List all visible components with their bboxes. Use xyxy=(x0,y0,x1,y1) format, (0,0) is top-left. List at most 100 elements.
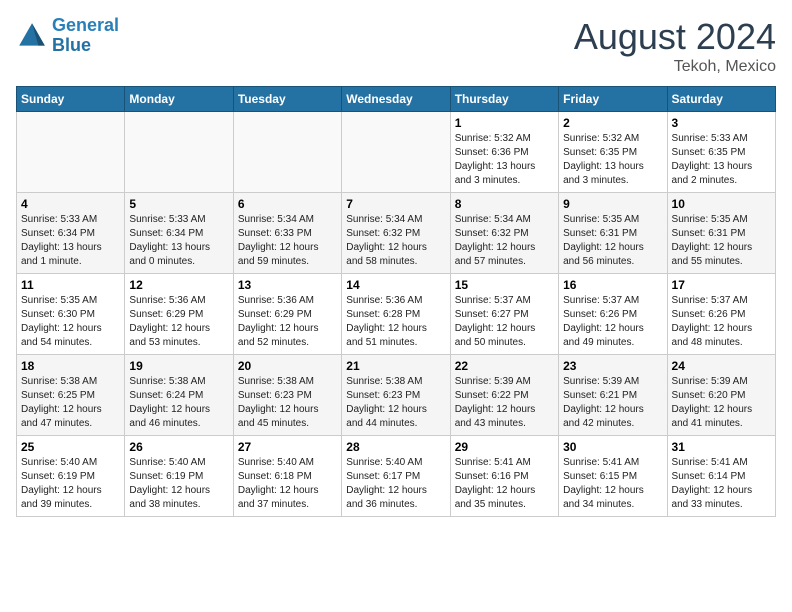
day-number: 18 xyxy=(21,359,120,373)
calendar-cell: 30Sunrise: 5:41 AM Sunset: 6:15 PM Dayli… xyxy=(559,436,667,517)
day-info: Sunrise: 5:40 AM Sunset: 6:17 PM Dayligh… xyxy=(346,456,445,512)
calendar-cell: 17 Sunrise: 5:37 AM Sunset: 6:26 PM Dayli… xyxy=(667,274,775,355)
calendar-cell: 13 Sunrise: 5:36 AM Sunset: 6:29 PM Dayli… xyxy=(233,274,341,355)
day-number: 12 xyxy=(129,278,228,292)
calendar-cell: 15 Sunrise: 5:37 AM Sunset: 6:27 PM Dayli… xyxy=(450,274,558,355)
day-info: Sunrise: 5:35 AM Sunset: 6:31 PM Dayligh… xyxy=(672,213,771,269)
weekday-header-wednesday: Wednesday xyxy=(342,87,450,112)
day-info: Sunrise: 5:39 AM Sunset: 6:20 PM Dayligh… xyxy=(672,375,771,431)
calendar-cell: 27 Sunrise: 5:40 AM Sunset: 6:18 PM Dayli… xyxy=(233,436,341,517)
day-info: Sunrise: 5:41 AM Sunset: 6:14 PM Dayligh… xyxy=(672,456,771,512)
calendar-cell: 11 Sunrise: 5:35 AM Sunset: 6:30 PM Dayli… xyxy=(17,274,125,355)
calendar-cell xyxy=(233,112,341,193)
calendar-cell: 2 Sunrise: 5:32 AM Sunset: 6:35 PM Daylig… xyxy=(559,112,667,193)
day-number: 8 xyxy=(455,197,554,211)
calendar-cell: 3Sunrise: 5:33 AM Sunset: 6:35 PM Daylig… xyxy=(667,112,775,193)
calendar-cell: 10 Sunrise: 5:35 AM Sunset: 6:31 PM Dayli… xyxy=(667,193,775,274)
calendar-cell: 14Sunrise: 5:36 AM Sunset: 6:28 PM Dayli… xyxy=(342,274,450,355)
day-info: Sunrise: 5:32 AM Sunset: 6:35 PM Dayligh… xyxy=(563,132,662,188)
calendar-cell: 24Sunrise: 5:39 AM Sunset: 6:20 PM Dayli… xyxy=(667,355,775,436)
day-number: 4 xyxy=(21,197,120,211)
day-info: Sunrise: 5:33 AM Sunset: 6:35 PM Dayligh… xyxy=(672,132,771,188)
calendar-cell xyxy=(125,112,233,193)
day-number: 25 xyxy=(21,440,120,454)
day-number: 14 xyxy=(346,278,445,292)
calendar-cell: 4 Sunrise: 5:33 AM Sunset: 6:34 PM Daylig… xyxy=(17,193,125,274)
logo-blue: Blue xyxy=(52,35,91,55)
day-info: Sunrise: 5:34 AM Sunset: 6:33 PM Dayligh… xyxy=(238,213,337,269)
weekday-header-monday: Monday xyxy=(125,87,233,112)
calendar-cell: 22 Sunrise: 5:39 AM Sunset: 6:22 PM Dayli… xyxy=(450,355,558,436)
logo-text: General Blue xyxy=(52,16,119,56)
day-number: 30 xyxy=(563,440,662,454)
day-info: Sunrise: 5:36 AM Sunset: 6:29 PM Dayligh… xyxy=(238,294,337,350)
week-row-4: 18Sunrise: 5:38 AM Sunset: 6:25 PM Dayli… xyxy=(17,355,776,436)
week-row-1: 1 Sunrise: 5:32 AM Sunset: 6:36 PM Daylig… xyxy=(17,112,776,193)
day-number: 27 xyxy=(238,440,337,454)
day-info: Sunrise: 5:39 AM Sunset: 6:22 PM Dayligh… xyxy=(455,375,554,431)
day-info: Sunrise: 5:40 AM Sunset: 6:19 PM Dayligh… xyxy=(21,456,120,512)
day-number: 7 xyxy=(346,197,445,211)
day-info: Sunrise: 5:38 AM Sunset: 6:24 PM Dayligh… xyxy=(129,375,228,431)
page-header: General Blue August 2024 Tekoh, Mexico xyxy=(16,16,776,76)
day-number: 29 xyxy=(455,440,554,454)
day-info: Sunrise: 5:35 AM Sunset: 6:30 PM Dayligh… xyxy=(21,294,120,350)
day-info: Sunrise: 5:40 AM Sunset: 6:18 PM Dayligh… xyxy=(238,456,337,512)
day-number: 15 xyxy=(455,278,554,292)
location: Tekoh, Mexico xyxy=(574,58,776,76)
day-info: Sunrise: 5:37 AM Sunset: 6:26 PM Dayligh… xyxy=(563,294,662,350)
day-number: 31 xyxy=(672,440,771,454)
calendar-cell: 25 Sunrise: 5:40 AM Sunset: 6:19 PM Dayli… xyxy=(17,436,125,517)
day-number: 13 xyxy=(238,278,337,292)
day-info: Sunrise: 5:32 AM Sunset: 6:36 PM Dayligh… xyxy=(455,132,554,188)
day-info: Sunrise: 5:37 AM Sunset: 6:26 PM Dayligh… xyxy=(672,294,771,350)
day-number: 11 xyxy=(21,278,120,292)
day-info: Sunrise: 5:35 AM Sunset: 6:31 PM Dayligh… xyxy=(563,213,662,269)
calendar-cell: 29 Sunrise: 5:41 AM Sunset: 6:16 PM Dayli… xyxy=(450,436,558,517)
calendar-cell: 6 Sunrise: 5:34 AM Sunset: 6:33 PM Daylig… xyxy=(233,193,341,274)
calendar-cell: 7 Sunrise: 5:34 AM Sunset: 6:32 PM Daylig… xyxy=(342,193,450,274)
calendar: SundayMondayTuesdayWednesdayThursdayFrid… xyxy=(16,86,776,517)
calendar-cell xyxy=(342,112,450,193)
day-number: 17 xyxy=(672,278,771,292)
day-number: 6 xyxy=(238,197,337,211)
day-info: Sunrise: 5:41 AM Sunset: 6:16 PM Dayligh… xyxy=(455,456,554,512)
day-info: Sunrise: 5:34 AM Sunset: 6:32 PM Dayligh… xyxy=(346,213,445,269)
day-number: 16 xyxy=(563,278,662,292)
day-info: Sunrise: 5:36 AM Sunset: 6:29 PM Dayligh… xyxy=(129,294,228,350)
day-info: Sunrise: 5:38 AM Sunset: 6:23 PM Dayligh… xyxy=(238,375,337,431)
day-info: Sunrise: 5:34 AM Sunset: 6:32 PM Dayligh… xyxy=(455,213,554,269)
week-row-5: 25 Sunrise: 5:40 AM Sunset: 6:19 PM Dayli… xyxy=(17,436,776,517)
day-number: 28 xyxy=(346,440,445,454)
calendar-cell: 16 Sunrise: 5:37 AM Sunset: 6:26 PM Dayli… xyxy=(559,274,667,355)
month-title: August 2024 xyxy=(574,16,776,58)
day-info: Sunrise: 5:39 AM Sunset: 6:21 PM Dayligh… xyxy=(563,375,662,431)
calendar-cell: 12 Sunrise: 5:36 AM Sunset: 6:29 PM Dayli… xyxy=(125,274,233,355)
logo-general: General xyxy=(52,15,119,35)
calendar-cell: 28 Sunrise: 5:40 AM Sunset: 6:17 PM Dayli… xyxy=(342,436,450,517)
calendar-cell xyxy=(17,112,125,193)
title-block: August 2024 Tekoh, Mexico xyxy=(574,16,776,76)
day-number: 2 xyxy=(563,116,662,130)
day-info: Sunrise: 5:33 AM Sunset: 6:34 PM Dayligh… xyxy=(21,213,120,269)
day-number: 23 xyxy=(563,359,662,373)
calendar-cell: 5Sunrise: 5:33 AM Sunset: 6:34 PM Daylig… xyxy=(125,193,233,274)
day-number: 21 xyxy=(346,359,445,373)
day-number: 20 xyxy=(238,359,337,373)
weekday-header-saturday: Saturday xyxy=(667,87,775,112)
calendar-cell: 8 Sunrise: 5:34 AM Sunset: 6:32 PM Daylig… xyxy=(450,193,558,274)
day-number: 1 xyxy=(455,116,554,130)
calendar-cell: 31 Sunrise: 5:41 AM Sunset: 6:14 PM Dayli… xyxy=(667,436,775,517)
day-info: Sunrise: 5:38 AM Sunset: 6:23 PM Dayligh… xyxy=(346,375,445,431)
day-info: Sunrise: 5:33 AM Sunset: 6:34 PM Dayligh… xyxy=(129,213,228,269)
day-number: 10 xyxy=(672,197,771,211)
weekday-header-tuesday: Tuesday xyxy=(233,87,341,112)
calendar-cell: 21 Sunrise: 5:38 AM Sunset: 6:23 PM Dayli… xyxy=(342,355,450,436)
day-number: 22 xyxy=(455,359,554,373)
calendar-cell: 1 Sunrise: 5:32 AM Sunset: 6:36 PM Daylig… xyxy=(450,112,558,193)
logo: General Blue xyxy=(16,16,119,56)
weekday-header-thursday: Thursday xyxy=(450,87,558,112)
calendar-cell: 18Sunrise: 5:38 AM Sunset: 6:25 PM Dayli… xyxy=(17,355,125,436)
day-info: Sunrise: 5:37 AM Sunset: 6:27 PM Dayligh… xyxy=(455,294,554,350)
calendar-cell: 9Sunrise: 5:35 AM Sunset: 6:31 PM Daylig… xyxy=(559,193,667,274)
